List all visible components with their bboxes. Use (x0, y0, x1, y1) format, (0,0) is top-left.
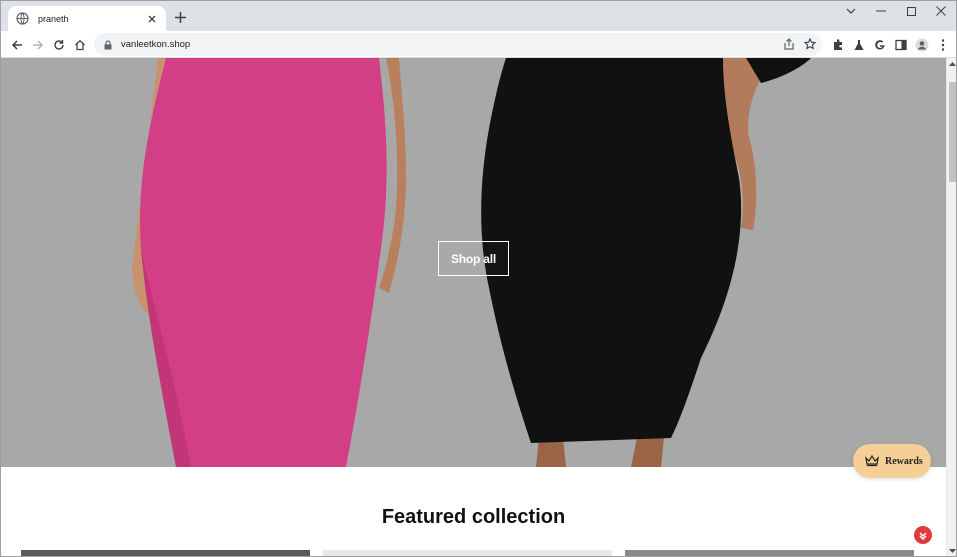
tab-title: praneth (38, 13, 69, 24)
bookmark-star-icon[interactable] (803, 37, 817, 51)
crown-icon (865, 455, 879, 467)
minimize-icon[interactable] (868, 4, 894, 18)
page-scrollbar[interactable] (946, 58, 956, 556)
rewards-button[interactable]: Rewards (853, 444, 931, 478)
product-card-image[interactable] (625, 550, 914, 556)
reload-icon[interactable] (50, 36, 67, 53)
back-icon[interactable] (8, 36, 25, 53)
tab-search-icon[interactable] (838, 4, 864, 18)
product-card-image[interactable] (21, 550, 310, 556)
rewards-label: Rewards (885, 455, 923, 467)
close-window-icon[interactable] (928, 4, 954, 18)
address-bar[interactable]: vanleetkon.shop (94, 33, 822, 56)
home-icon[interactable] (71, 36, 88, 53)
forward-icon[interactable] (29, 36, 46, 53)
labs-flask-icon[interactable] (850, 36, 867, 53)
tab-strip: praneth (1, 1, 956, 31)
scrollbar-thumb[interactable] (949, 82, 956, 182)
lock-icon[interactable] (103, 39, 113, 50)
browser-tab[interactable]: praneth (8, 6, 166, 31)
web-page: Shop all Featured collection Rewards (1, 58, 946, 556)
maximize-icon[interactable] (898, 4, 924, 18)
side-panel-icon[interactable] (892, 36, 909, 53)
browser-window: praneth vanleetkon.shop Shop all Feature… (0, 0, 957, 557)
product-card-image[interactable] (323, 550, 612, 556)
google-g-icon[interactable] (871, 36, 888, 53)
shop-all-button[interactable]: Shop all (438, 241, 509, 276)
extensions-icon[interactable] (829, 36, 846, 53)
profile-avatar-icon[interactable] (913, 36, 930, 53)
hero-banner: Shop all (1, 58, 946, 467)
share-icon[interactable] (782, 37, 796, 51)
url-text: vanleetkon.shop (121, 39, 191, 50)
close-tab-icon[interactable] (146, 13, 158, 25)
browser-toolbar: vanleetkon.shop (1, 31, 956, 58)
featured-collection-heading: Featured collection (381, 506, 566, 528)
scroll-down-arrow-icon[interactable] (947, 546, 956, 556)
globe-icon (16, 12, 29, 25)
chat-widget-icon[interactable] (914, 526, 932, 544)
menu-kebab-icon[interactable] (934, 36, 951, 53)
scroll-up-arrow-icon[interactable] (947, 59, 956, 69)
new-tab-icon[interactable] (172, 9, 188, 25)
